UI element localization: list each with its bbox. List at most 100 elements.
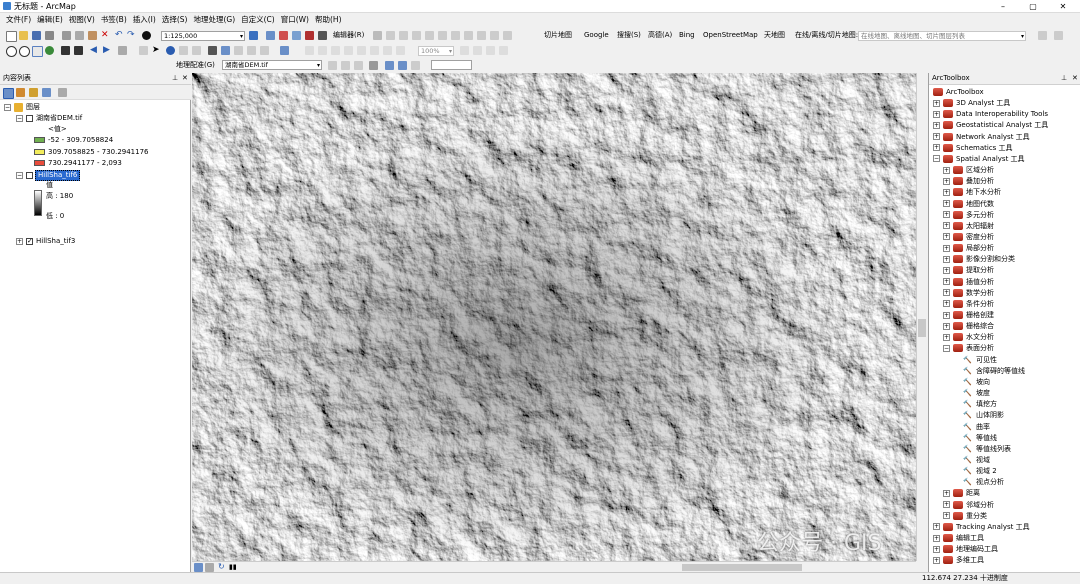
scroll-thumb[interactable] [918, 319, 926, 337]
pause-icon[interactable]: ▮▮ [229, 563, 238, 572]
split-tool-icon[interactable] [451, 31, 460, 40]
layout-fixed-zoom-out-icon[interactable] [383, 46, 392, 55]
toolbox-item[interactable]: Spatial Analyst 工具 [956, 154, 1025, 164]
rotate-tool-icon[interactable] [464, 31, 473, 40]
expand-icon[interactable]: + [943, 266, 950, 274]
expand-icon[interactable]: + [933, 545, 940, 553]
menu-view[interactable]: 视图(V) [66, 13, 98, 26]
layer-visibility-checkbox-checked[interactable]: ✓ [26, 238, 33, 245]
scroll-thumb[interactable] [682, 564, 802, 571]
toolset-item[interactable]: 水文分析 [966, 332, 994, 342]
sketch-properties-icon[interactable] [490, 31, 499, 40]
toolset-item[interactable]: 密度分析 [966, 232, 994, 242]
cut-icon[interactable] [62, 31, 71, 40]
view-link-table-icon[interactable] [385, 61, 394, 70]
menu-customize[interactable]: 自定义(C) [238, 13, 278, 26]
paste-icon[interactable] [88, 31, 97, 40]
toolset-item[interactable]: 数学分析 [966, 288, 994, 298]
toolset-item[interactable]: 邻域分析 [966, 500, 994, 510]
osm-menu[interactable]: OpenStreetMap [703, 30, 758, 40]
layer-hillshade-3-name[interactable]: HillSha_tif3 [36, 237, 75, 246]
layout-back-icon[interactable] [396, 46, 405, 55]
scale-icon[interactable] [354, 61, 363, 70]
class-swatch-yellow[interactable] [34, 149, 45, 155]
toolset-item[interactable]: 条件分析 [966, 299, 994, 309]
toolset-item[interactable]: 影像分割和分类 [966, 254, 1015, 264]
google-menu[interactable]: Google [584, 30, 609, 40]
data-view-icon[interactable] [194, 563, 203, 572]
editor-menu[interactable]: 编辑器(R) [333, 30, 364, 40]
layer-visibility-checkbox[interactable] [26, 172, 33, 179]
gaode-menu[interactable]: 高德(A) [648, 30, 672, 40]
find-route-icon[interactable] [234, 46, 243, 55]
data-driven-pages-icon[interactable] [499, 46, 508, 55]
close-icon[interactable]: ✕ [1072, 74, 1078, 83]
online-map-combo[interactable]: 在线地图、离线地图、切片图层列表 ▾ [858, 31, 1026, 41]
expand-icon[interactable]: + [943, 166, 950, 174]
shift-icon[interactable] [341, 61, 350, 70]
scale-combo[interactable]: 1:125,000 ▾ [161, 31, 245, 41]
minimize-button[interactable]: – [992, 0, 1014, 13]
toolset-item[interactable]: 局部分析 [966, 243, 994, 253]
menu-insert[interactable]: 插入(I) [130, 13, 159, 26]
pin-icon[interactable]: ⊥ [172, 74, 178, 83]
toolset-item[interactable]: 太阳辐射 [966, 221, 994, 231]
html-popup-icon[interactable] [192, 46, 201, 55]
layout-zoom-combo[interactable]: 100% ▾ [418, 46, 454, 56]
save-icon[interactable] [32, 31, 41, 40]
hyperlink-icon[interactable] [179, 46, 188, 55]
pan-icon[interactable] [32, 46, 43, 57]
select-elements-icon[interactable]: ➤ [152, 46, 161, 55]
point-icon[interactable] [438, 31, 447, 40]
expand-icon[interactable]: + [933, 144, 940, 152]
toolbox-item[interactable]: 3D Analyst 工具 [956, 98, 1010, 108]
toolbox-item[interactable]: Geostatistical Analyst 工具 [956, 120, 1048, 130]
toolset-item[interactable]: 多元分析 [966, 210, 994, 220]
toolbox-item[interactable]: Tracking Analyst 工具 [956, 522, 1030, 532]
tool-item[interactable]: 坡度 [976, 388, 990, 398]
menu-help[interactable]: 帮助(H) [312, 13, 345, 26]
upload-icon[interactable] [1038, 31, 1047, 40]
expand-icon[interactable]: + [943, 233, 950, 241]
toolbox-item[interactable]: 编辑工具 [956, 533, 984, 543]
attributes-icon[interactable] [477, 31, 486, 40]
tool-item[interactable]: 曲率 [976, 422, 990, 432]
gradient-ramp[interactable] [34, 190, 42, 216]
print-icon[interactable] [45, 31, 54, 40]
list-by-drawing-order-icon[interactable] [3, 88, 14, 99]
layer-hillshade-6-name[interactable]: HillSha_tif6 [35, 170, 81, 181]
tool-item[interactable]: 等值线 [976, 433, 997, 443]
expand-icon[interactable]: + [943, 289, 950, 297]
expand-icon[interactable]: + [943, 255, 950, 263]
baidu-menu[interactable]: 搜搜(S) [617, 30, 641, 40]
trace-icon[interactable] [425, 31, 434, 40]
change-layout-icon[interactable] [486, 46, 495, 55]
toolbox-item[interactable]: Schematics 工具 [956, 143, 1013, 153]
expand-icon[interactable]: + [943, 278, 950, 286]
map-vertical-scrollbar[interactable] [916, 73, 927, 561]
tool-item[interactable]: 填挖方 [976, 399, 997, 409]
expand-icon[interactable]: + [943, 501, 950, 509]
map-display[interactable]: 公众号 · GIS [192, 73, 916, 561]
arctoolbox-root[interactable]: ArcToolbox [946, 87, 984, 97]
toolset-item[interactable]: 栅格综合 [966, 321, 994, 331]
table-of-contents-icon[interactable] [266, 31, 275, 40]
copy-icon[interactable] [75, 31, 84, 40]
identify-icon[interactable] [166, 46, 175, 55]
expand-icon[interactable]: + [943, 222, 950, 230]
expand-icon[interactable]: + [933, 110, 940, 118]
close-icon[interactable]: ✕ [182, 74, 188, 83]
arc-segment-icon[interactable] [412, 31, 421, 40]
select-features-icon[interactable] [118, 46, 127, 55]
forward-arrow-icon[interactable]: ▶ [103, 46, 112, 55]
pin-icon[interactable]: ⊥ [1061, 74, 1067, 83]
measure-icon[interactable] [208, 46, 217, 55]
tool-item[interactable]: 山体阴影 [976, 410, 1004, 420]
collapse-icon[interactable]: − [16, 115, 23, 122]
layers-root[interactable]: 图层 [26, 103, 40, 112]
straight-segment-icon[interactable] [399, 31, 408, 40]
toolset-item[interactable]: 栅格创建 [966, 310, 994, 320]
tool-item[interactable]: 视域 2 [976, 466, 997, 476]
expand-icon[interactable]: + [943, 200, 950, 207]
expand-icon[interactable]: + [943, 333, 950, 341]
